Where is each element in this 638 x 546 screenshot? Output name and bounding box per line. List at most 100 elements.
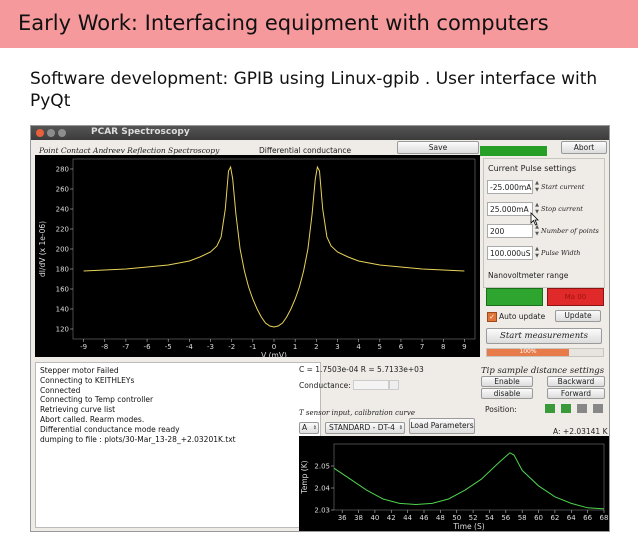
pulse-width-label: Pulse Width	[541, 249, 581, 257]
save-button[interactable]: Save	[397, 141, 479, 154]
x-tick-label: 8	[441, 343, 445, 351]
channel-select[interactable]: A ⇕	[299, 422, 319, 434]
plot-frame	[72, 158, 476, 340]
log-line: Connecting to KEITHLEYs	[40, 375, 135, 385]
plot-title: Differential conductance	[259, 146, 352, 155]
app-window: PCAR Spectroscopy Point Contact Andreev …	[30, 125, 610, 532]
x-tick-label: -1	[249, 343, 256, 351]
differential-conductance-plot: -9 -8 -7 -6 -5 -4 -3 -2 -1 0 1 2 3 4 5 6 7 8 9 120 140 160 180…	[35, 155, 480, 360]
fit-result-text: C = 1.7503e-04 R = 5.7133e+03	[299, 365, 424, 374]
select-arrows-icon: ⇕	[312, 425, 317, 431]
y-tick-label: 280	[56, 166, 69, 174]
slide-title: Early Work: Interfacing equipment with c…	[18, 11, 549, 35]
position-label: Position:	[485, 405, 517, 414]
log-line: Stepper motor Failed	[40, 366, 119, 375]
y-axis-label: Temp (K)	[300, 460, 309, 494]
number-of-points-spinner[interactable]: ▲ ▼	[534, 224, 540, 238]
pulse-settings-panel	[483, 158, 605, 288]
x-tick-label: 48	[436, 514, 445, 522]
series-line	[83, 165, 465, 328]
maximize-window-button[interactable]	[58, 129, 66, 137]
x-tick-label: 54	[485, 514, 494, 522]
x-tick-label: 68	[600, 514, 609, 522]
log-line: Abort called. Rearm modes.	[40, 414, 145, 424]
log-line: Connected	[40, 385, 81, 395]
y-tick-label: 160	[56, 286, 69, 294]
stop-current-input[interactable]: 25.000mA	[487, 202, 533, 216]
y-axis-label: dI/dV (x 1e-06)	[38, 221, 47, 277]
conductance-field[interactable]	[353, 380, 389, 390]
mouse-cursor-icon	[530, 212, 539, 226]
x-tick-label: 64	[567, 514, 576, 522]
close-window-button[interactable]	[36, 129, 44, 137]
x-tick-label: 38	[354, 514, 363, 522]
x-tick-label: 2	[314, 343, 318, 351]
series-line	[333, 452, 605, 510]
x-tick-label: 44	[403, 514, 412, 522]
y-tick-label: 120	[56, 326, 69, 334]
y-tick-label: 240	[56, 206, 69, 214]
x-axis-label: V (mV)	[261, 351, 287, 357]
x-tick-label: -6	[144, 343, 152, 351]
x-tick-label: 42	[387, 514, 396, 522]
backward-button[interactable]: Backward	[547, 376, 605, 387]
x-tick-label: 4	[356, 343, 361, 351]
start-current-spinner[interactable]: ▲ ▼	[534, 180, 540, 194]
differential-conductance-svg: -9 -8 -7 -6 -5 -4 -3 -2 -1 0 1 2 3 4 5 6 7 8 9 120 140 160 180…	[38, 158, 476, 360]
nanovoltmeter-range-label: Nanovoltmeter range	[488, 271, 569, 280]
slide-body-text: Software development: GPIB using Linux-g…	[30, 69, 598, 111]
x-tick-label: 3	[335, 343, 339, 351]
y-tick-label: 260	[56, 186, 69, 194]
log-line: Differential conductance mode ready	[40, 424, 180, 434]
log-line: Connecting to Temp controller	[40, 395, 154, 405]
pulse-width-input[interactable]: 100.000uS	[487, 246, 533, 260]
y-tick-label: 2.03	[314, 507, 330, 515]
load-parameters-button[interactable]: Load Parameters	[409, 418, 475, 434]
red-status-button[interactable]: Ma 00	[547, 288, 604, 306]
minimize-window-button[interactable]	[47, 129, 55, 137]
select-arrows-icon: ⇕	[398, 425, 403, 431]
tip-distance-label: Tip sample distance settings	[481, 366, 605, 376]
calibration-curve-value: STANDARD - DT-4	[329, 423, 395, 432]
x-tick-label: 60	[534, 514, 543, 522]
y-tick-label: 180	[56, 266, 69, 274]
x-tick-label: -7	[122, 343, 129, 351]
pulse-width-spinner[interactable]: ▲ ▼	[534, 246, 540, 260]
abort-button[interactable]: Abort	[561, 141, 607, 154]
x-tick-label: 56	[501, 514, 510, 522]
log-panel: Stepper motor Failed Connecting to KEITHL…	[35, 362, 321, 528]
conductance-label: Conductance:	[299, 381, 351, 390]
x-tick-label: 5	[378, 343, 382, 351]
green-status-button[interactable]	[486, 288, 543, 306]
x-tick-label: 66	[583, 514, 592, 522]
x-tick-label: 46	[420, 514, 429, 522]
forward-button[interactable]: Forward	[547, 388, 605, 399]
status-indicator	[480, 146, 547, 156]
pulse-settings-label: Current Pulse settings	[488, 164, 577, 173]
disable-button[interactable]: disable	[481, 388, 533, 399]
start-measurements-button[interactable]: Start measurements	[486, 328, 602, 344]
auto-update-checkbox[interactable]: ✓	[487, 312, 497, 322]
app-header-italic: Point Contact Andreev Reflection Spectro…	[39, 146, 220, 155]
x-tick-label: 36	[338, 514, 347, 522]
enable-button[interactable]: Enable	[481, 376, 533, 387]
x-axis-label: Time (S)	[452, 522, 484, 531]
y-tick-label: 200	[56, 246, 69, 254]
x-tick-label: -3	[207, 343, 214, 351]
y-tick-label: 2.05	[314, 463, 330, 471]
auto-update-label: Auto update	[499, 312, 546, 321]
progress-text: 100%	[519, 348, 537, 355]
temperature-plot: 36 38 40 42 44 46 48 50 52 54 56 58 60 62 64 66 68 2.03 2.…	[299, 436, 609, 531]
x-tick-label: -4	[186, 343, 194, 351]
calibration-curve-select[interactable]: STANDARD - DT-4 ⇕	[325, 422, 405, 434]
conductance-spinner[interactable]	[389, 380, 399, 390]
update-button[interactable]: Update	[555, 310, 601, 322]
temperature-readout: A: +2.03141 K	[553, 427, 608, 436]
x-tick-label: -2	[228, 343, 235, 351]
y-tick-label: 220	[56, 226, 69, 234]
number-of-points-input[interactable]: 200	[487, 224, 533, 238]
start-current-input[interactable]: -25.000mA	[487, 180, 533, 194]
tsensor-label: T sensor input, calibration curve	[299, 409, 415, 417]
window-titlebar: PCAR Spectroscopy	[31, 126, 609, 140]
number-of-points-label: Number of points	[541, 227, 599, 235]
